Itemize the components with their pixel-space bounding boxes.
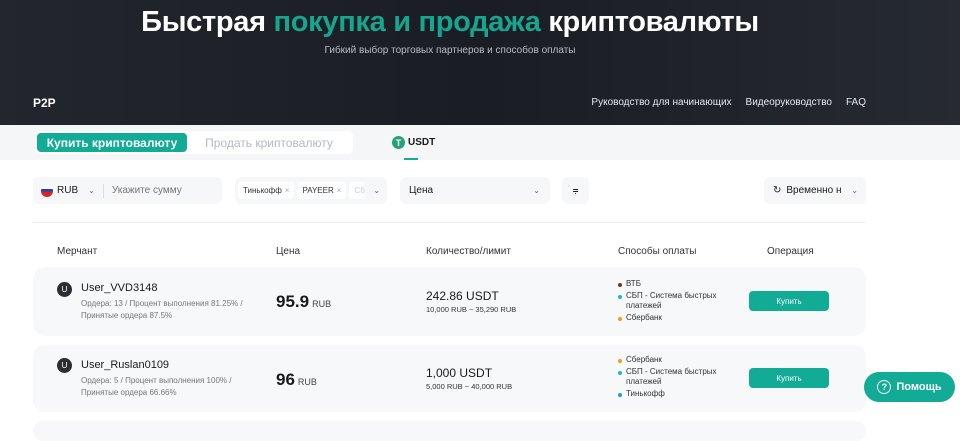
- payment-label: Тинькофф: [626, 389, 665, 398]
- subtitle: Гибкий выбор торговых партнеров и способ…: [324, 45, 576, 56]
- close-icon[interactable]: ×: [285, 186, 290, 195]
- dot-icon: [618, 295, 622, 299]
- nav-beginners-guide[interactable]: Руководство для начинающих: [591, 97, 731, 108]
- payment-item: Сбербанк: [618, 355, 728, 365]
- limit: 5,000 RUB ~ 40,000 RUB: [426, 382, 513, 391]
- payment-methods: ВТБ СБП - Система быстрых платежей Сберб…: [618, 279, 728, 325]
- payment-item: ВТБ: [618, 279, 728, 289]
- avatar: U: [57, 282, 72, 297]
- payment-methods: Сбербанк СБП - Система быстрых платежей …: [618, 355, 728, 401]
- avatar: U: [57, 358, 72, 373]
- buy-button[interactable]: Купить: [749, 291, 829, 311]
- table-row: U User_Ruslan0109 Ордера: 5 / Процент вы…: [33, 345, 866, 412]
- tab-sell-crypto[interactable]: Продать криптовалюту: [187, 133, 351, 152]
- refresh-select[interactable]: ↻ Временно н ⌄: [764, 177, 866, 204]
- price-currency: RUB: [297, 377, 317, 387]
- header-quantity: Количество/лимит: [426, 246, 511, 257]
- buy-button[interactable]: Купить: [749, 368, 829, 388]
- header-payment: Способы оплаты: [618, 246, 697, 257]
- price: 95.9 RUB: [276, 292, 331, 312]
- chip-label: PAYEER: [302, 186, 334, 195]
- question-icon: ?: [877, 380, 892, 394]
- limit: 10,000 RUB ~ 35,290 RUB: [426, 305, 517, 314]
- payment-item: СБП - Система быстрых платежей: [618, 367, 728, 387]
- header-price: Цена: [276, 246, 301, 257]
- payment-methods-select[interactable]: Тинькофф × PAYEER × Сб ⌄: [235, 177, 387, 204]
- dot-icon: [618, 393, 622, 397]
- filter-icon: ⩦: [572, 185, 579, 196]
- dot-icon: [618, 359, 622, 363]
- brand-p2p[interactable]: P2P: [33, 96, 56, 110]
- divider: [33, 222, 866, 223]
- table-row: [33, 421, 866, 441]
- chip-payeer[interactable]: PAYEER ×: [297, 182, 347, 199]
- tab-buy-crypto[interactable]: Купить криптовалюту: [37, 133, 187, 152]
- divider: [102, 183, 104, 198]
- top-nav: Руководство для начинающих Видеоруководс…: [591, 97, 866, 108]
- chevron-down-icon[interactable]: ⌄: [373, 186, 380, 195]
- rub-flag-icon: [41, 184, 53, 197]
- help-button[interactable]: ? Помощь: [864, 372, 955, 402]
- table-row: U User_VVD3148 Ордера: 13 / Процент выпо…: [33, 267, 866, 336]
- price-value: 96: [276, 370, 295, 389]
- chip-tinkoff[interactable]: Тинькофф ×: [238, 182, 295, 199]
- chip-sber[interactable]: Сб: [349, 182, 366, 199]
- chevron-down-icon[interactable]: ⌄: [88, 186, 95, 195]
- tether-icon: T: [392, 136, 405, 149]
- merchant-stats: Ордера: 13 / Процент выполнения 81.25% /…: [81, 299, 243, 320]
- merchant-name[interactable]: User_Ruslan0109: [81, 359, 169, 371]
- title-accent: покупка и продажа: [273, 6, 541, 38]
- header-merchant: Мерчант: [57, 246, 98, 257]
- price: 96 RUB: [276, 370, 317, 390]
- header-operation: Операция: [767, 246, 814, 257]
- amount-input[interactable]: [111, 185, 212, 196]
- active-tab-indicator: [404, 158, 418, 160]
- payment-label: СБП - Система быстрых платежей: [626, 291, 717, 310]
- nav-video-guide[interactable]: Видеоруководство: [746, 97, 832, 108]
- payment-label: Сбербанк: [626, 313, 662, 322]
- trade-tabs-bar: Купить криптовалюту Продать криптовалюту…: [0, 125, 960, 160]
- coin-label: USDT: [408, 137, 436, 148]
- price-currency: RUB: [312, 299, 332, 309]
- refresh-icon: ↻: [773, 185, 782, 196]
- sort-value: Цена: [409, 185, 434, 196]
- close-icon[interactable]: ×: [337, 186, 342, 195]
- title-part: криптовалюты: [540, 6, 759, 38]
- buy-sell-toggle: Купить криптовалюту Продать криптовалюту: [35, 131, 353, 154]
- page-title: Быстрая покупка и продажа криптовалюты: [0, 6, 900, 39]
- filter-button[interactable]: ⩦: [562, 177, 589, 204]
- payment-label: ВТБ: [626, 279, 641, 288]
- amount-filter: RUB ⌄: [33, 177, 222, 204]
- payment-item: Тинькофф: [618, 389, 728, 399]
- payment-label: Сбербанк: [626, 355, 662, 364]
- merchant-stats: Ордера: 5 / Процент выполнения 100% / Пр…: [81, 376, 232, 397]
- chip-label: Тинькофф: [243, 186, 282, 195]
- hero-banner: Быстрая покупка и продажа криптовалюты Г…: [0, 0, 960, 125]
- chevron-down-icon: ⌄: [851, 186, 858, 195]
- price-value: 95.9: [276, 292, 310, 311]
- refresh-value: Временно н: [786, 185, 842, 196]
- payment-item: СБП - Система быстрых платежей: [618, 291, 728, 311]
- currency-select[interactable]: RUB: [57, 185, 78, 196]
- title-part: Быстрая: [141, 6, 274, 38]
- sort-select[interactable]: Цена ⌄: [400, 177, 550, 204]
- chevron-down-icon: ⌄: [533, 186, 540, 195]
- quantity: 1,000 USDT: [426, 366, 493, 380]
- tab-usdt[interactable]: T USDT: [392, 136, 435, 149]
- payment-label: СБП - Система быстрых платежей: [626, 367, 717, 386]
- quantity: 242.86 USDT: [426, 289, 499, 303]
- merchant-name[interactable]: User_VVD3148: [81, 282, 157, 294]
- help-label: Помощь: [896, 381, 942, 393]
- dot-icon: [618, 317, 622, 321]
- dot-icon: [618, 371, 622, 375]
- dot-icon: [618, 283, 622, 287]
- nav-faq[interactable]: FAQ: [846, 97, 866, 108]
- payment-item: Сбербанк: [618, 313, 728, 323]
